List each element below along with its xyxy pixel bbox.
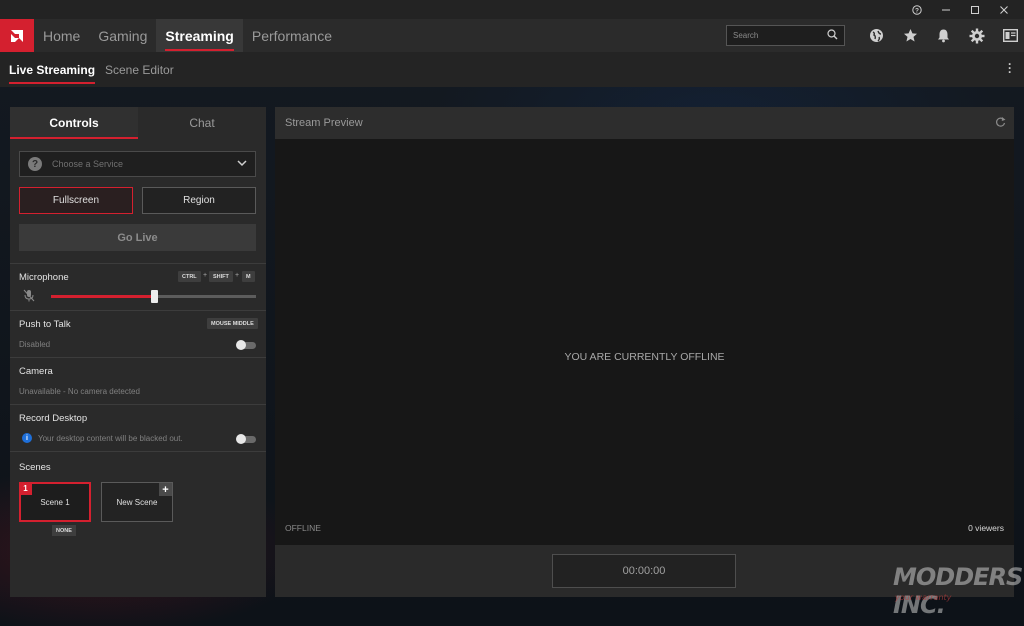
push-to-talk-status: Disabled [19,340,51,349]
preview-title: Stream Preview [285,117,363,129]
svg-text:?: ? [915,7,919,14]
record-desktop-toggle[interactable] [236,434,256,444]
layout-icon[interactable] [994,19,1024,52]
refresh-icon[interactable] [995,116,1006,131]
push-to-talk-title: Push to Talk [19,319,71,330]
watermark-logo: MODDERS INC. [893,563,1023,619]
service-dropdown[interactable]: ? Choose a Service [19,151,256,177]
add-icon[interactable]: + [159,483,172,496]
tab-home[interactable]: Home [34,19,89,52]
tab-chat[interactable]: Chat [138,107,266,139]
hotkey-shift: SHIFT [209,271,233,282]
slider-thumb[interactable] [150,290,158,303]
panel-tabs: Controls Chat [10,107,266,139]
controls-panel: Controls Chat ? Choose a Service Fullscr… [10,107,266,597]
info-icon: i [22,433,32,443]
plus-sign: + [235,272,240,279]
nav-icons [860,19,1024,52]
stream-preview-panel: Stream Preview YOU ARE CURRENTLY OFFLINE… [275,107,1014,597]
search-icon[interactable] [827,29,838,42]
microphone-title: Microphone [19,272,69,283]
scene-card[interactable]: 1 Scene 1 [19,482,91,522]
close-icon[interactable] [989,0,1018,19]
hotkey-mouse-middle: MOUSE MIDDLE [207,318,258,329]
search-input[interactable]: Search [726,25,845,46]
microphone-muted-icon[interactable] [23,289,35,307]
scenes-title: Scenes [19,462,51,473]
stream-timer: 00:00:00 [552,554,736,588]
preview-header: Stream Preview [275,107,1014,139]
tab-streaming[interactable]: Streaming [156,19,243,52]
scene-number-badge: 1 [19,482,32,495]
sub-navigation: Live Streaming Scene Editor · · · [0,52,1024,87]
maximize-icon[interactable] [960,0,989,19]
camera-status: Unavailable - No camera detected [19,387,140,396]
record-desktop-section: Record Desktop i Your desktop content wi… [10,404,266,451]
amd-logo[interactable] [0,19,34,52]
stream-status: OFFLINE [285,523,321,533]
record-desktop-info: Your desktop content will be blacked out… [38,434,183,443]
scenes-section: Scenes [10,451,266,597]
push-to-talk-section: Push to Talk MOUSE MIDDLE Disabled [10,310,266,357]
record-desktop-title: Record Desktop [19,413,88,424]
search-placeholder: Search [733,31,759,40]
chevron-down-icon [237,159,247,169]
question-icon: ? [28,157,42,171]
more-options-icon[interactable]: · · · [1008,58,1012,78]
globe-icon[interactable] [860,19,894,52]
push-to-talk-toggle[interactable] [236,340,256,350]
region-button[interactable]: Region [142,187,256,214]
hotkey-m: M [242,271,255,282]
window-controls: ? [902,0,1018,19]
title-bar: ? [0,0,1024,19]
slider-fill [51,295,154,298]
bell-icon[interactable] [927,19,961,52]
help-icon[interactable]: ? [902,0,931,19]
watermark-tagline: your warranty [895,593,952,602]
camera-title: Camera [19,366,53,377]
main-tabs: Home Gaming Streaming Performance [34,19,341,52]
star-icon[interactable] [894,19,928,52]
go-live-button[interactable]: Go Live [19,224,256,251]
viewer-count: 0 viewers [968,523,1004,533]
tab-live-streaming[interactable]: Live Streaming [9,52,96,87]
new-scene-card[interactable]: + New Scene [101,482,173,522]
offline-message: YOU ARE CURRENTLY OFFLINE [564,351,725,363]
minimize-icon[interactable] [931,0,960,19]
tab-performance[interactable]: Performance [243,19,341,52]
microphone-volume-slider[interactable] [51,290,256,303]
preview-area: YOU ARE CURRENTLY OFFLINE OFFLINE 0 view… [275,139,1014,545]
hotkey-ctrl: CTRL [178,271,201,282]
camera-section: Camera Unavailable - No camera detected [10,357,266,404]
tab-gaming[interactable]: Gaming [89,19,156,52]
fullscreen-button[interactable]: Fullscreen [19,187,133,214]
tab-scene-editor[interactable]: Scene Editor [105,52,174,87]
scene-transition-badge[interactable]: NONE [52,525,76,536]
tab-controls[interactable]: Controls [10,107,138,139]
microphone-section: Microphone CTRL + SHIFT + M [10,263,266,310]
scene-label: Scene 1 [40,497,70,507]
top-navigation: Home Gaming Streaming Performance Search [0,19,1024,52]
gear-icon[interactable] [961,19,995,52]
service-placeholder: Choose a Service [52,159,124,169]
new-scene-label: New Scene [116,497,158,507]
plus-sign: + [203,272,208,279]
